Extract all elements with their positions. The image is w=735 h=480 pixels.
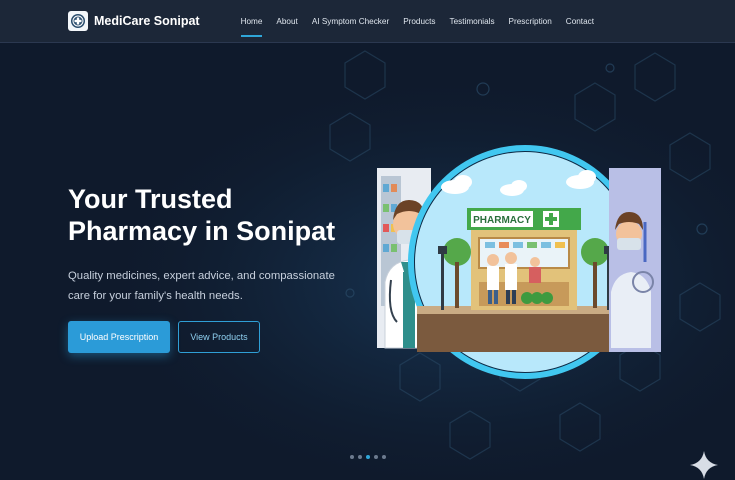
brand[interactable]: MediCare Sonipat bbox=[68, 10, 200, 32]
carousel-dot-1[interactable] bbox=[350, 455, 354, 459]
carousel-dot-3[interactable] bbox=[366, 455, 370, 459]
brand-name: MediCare Sonipat bbox=[94, 14, 200, 28]
nav-contact[interactable]: Contact bbox=[566, 0, 594, 42]
hero-title: Your Trusted Pharmacy in Sonipat bbox=[68, 184, 336, 246]
medical-cross-icon bbox=[68, 11, 88, 31]
pharmacy-illustration: PHARMACY bbox=[377, 145, 661, 379]
carousel-dot-2[interactable] bbox=[358, 455, 362, 459]
nav-links: Home About AI Symptom Checker Products T… bbox=[240, 0, 594, 42]
nav-prescription[interactable]: Prescription bbox=[509, 0, 552, 42]
pharmacy-sign: PHARMACY bbox=[473, 215, 531, 226]
nav-about[interactable]: About bbox=[276, 0, 297, 42]
hero-subtitle: Quality medicines, expert advice, and co… bbox=[68, 270, 335, 302]
carousel-dot-5[interactable] bbox=[382, 455, 386, 459]
sparkle-icon bbox=[690, 451, 718, 479]
nav-home[interactable]: Home bbox=[240, 0, 262, 42]
nav-testimonials[interactable]: Testimonials bbox=[450, 0, 495, 42]
navbar: MediCare Sonipat Home About AI Symptom C… bbox=[0, 0, 735, 43]
nav-ai-symptom-checker[interactable]: AI Symptom Checker bbox=[312, 0, 389, 42]
upload-prescription-button[interactable]: Upload Prescription bbox=[68, 321, 170, 353]
carousel-dot-4[interactable] bbox=[374, 455, 378, 459]
carousel-pager bbox=[350, 455, 390, 459]
right-doctor-panel bbox=[609, 168, 661, 352]
nav-products[interactable]: Products bbox=[403, 0, 435, 42]
view-products-button[interactable]: View Products bbox=[178, 321, 260, 353]
